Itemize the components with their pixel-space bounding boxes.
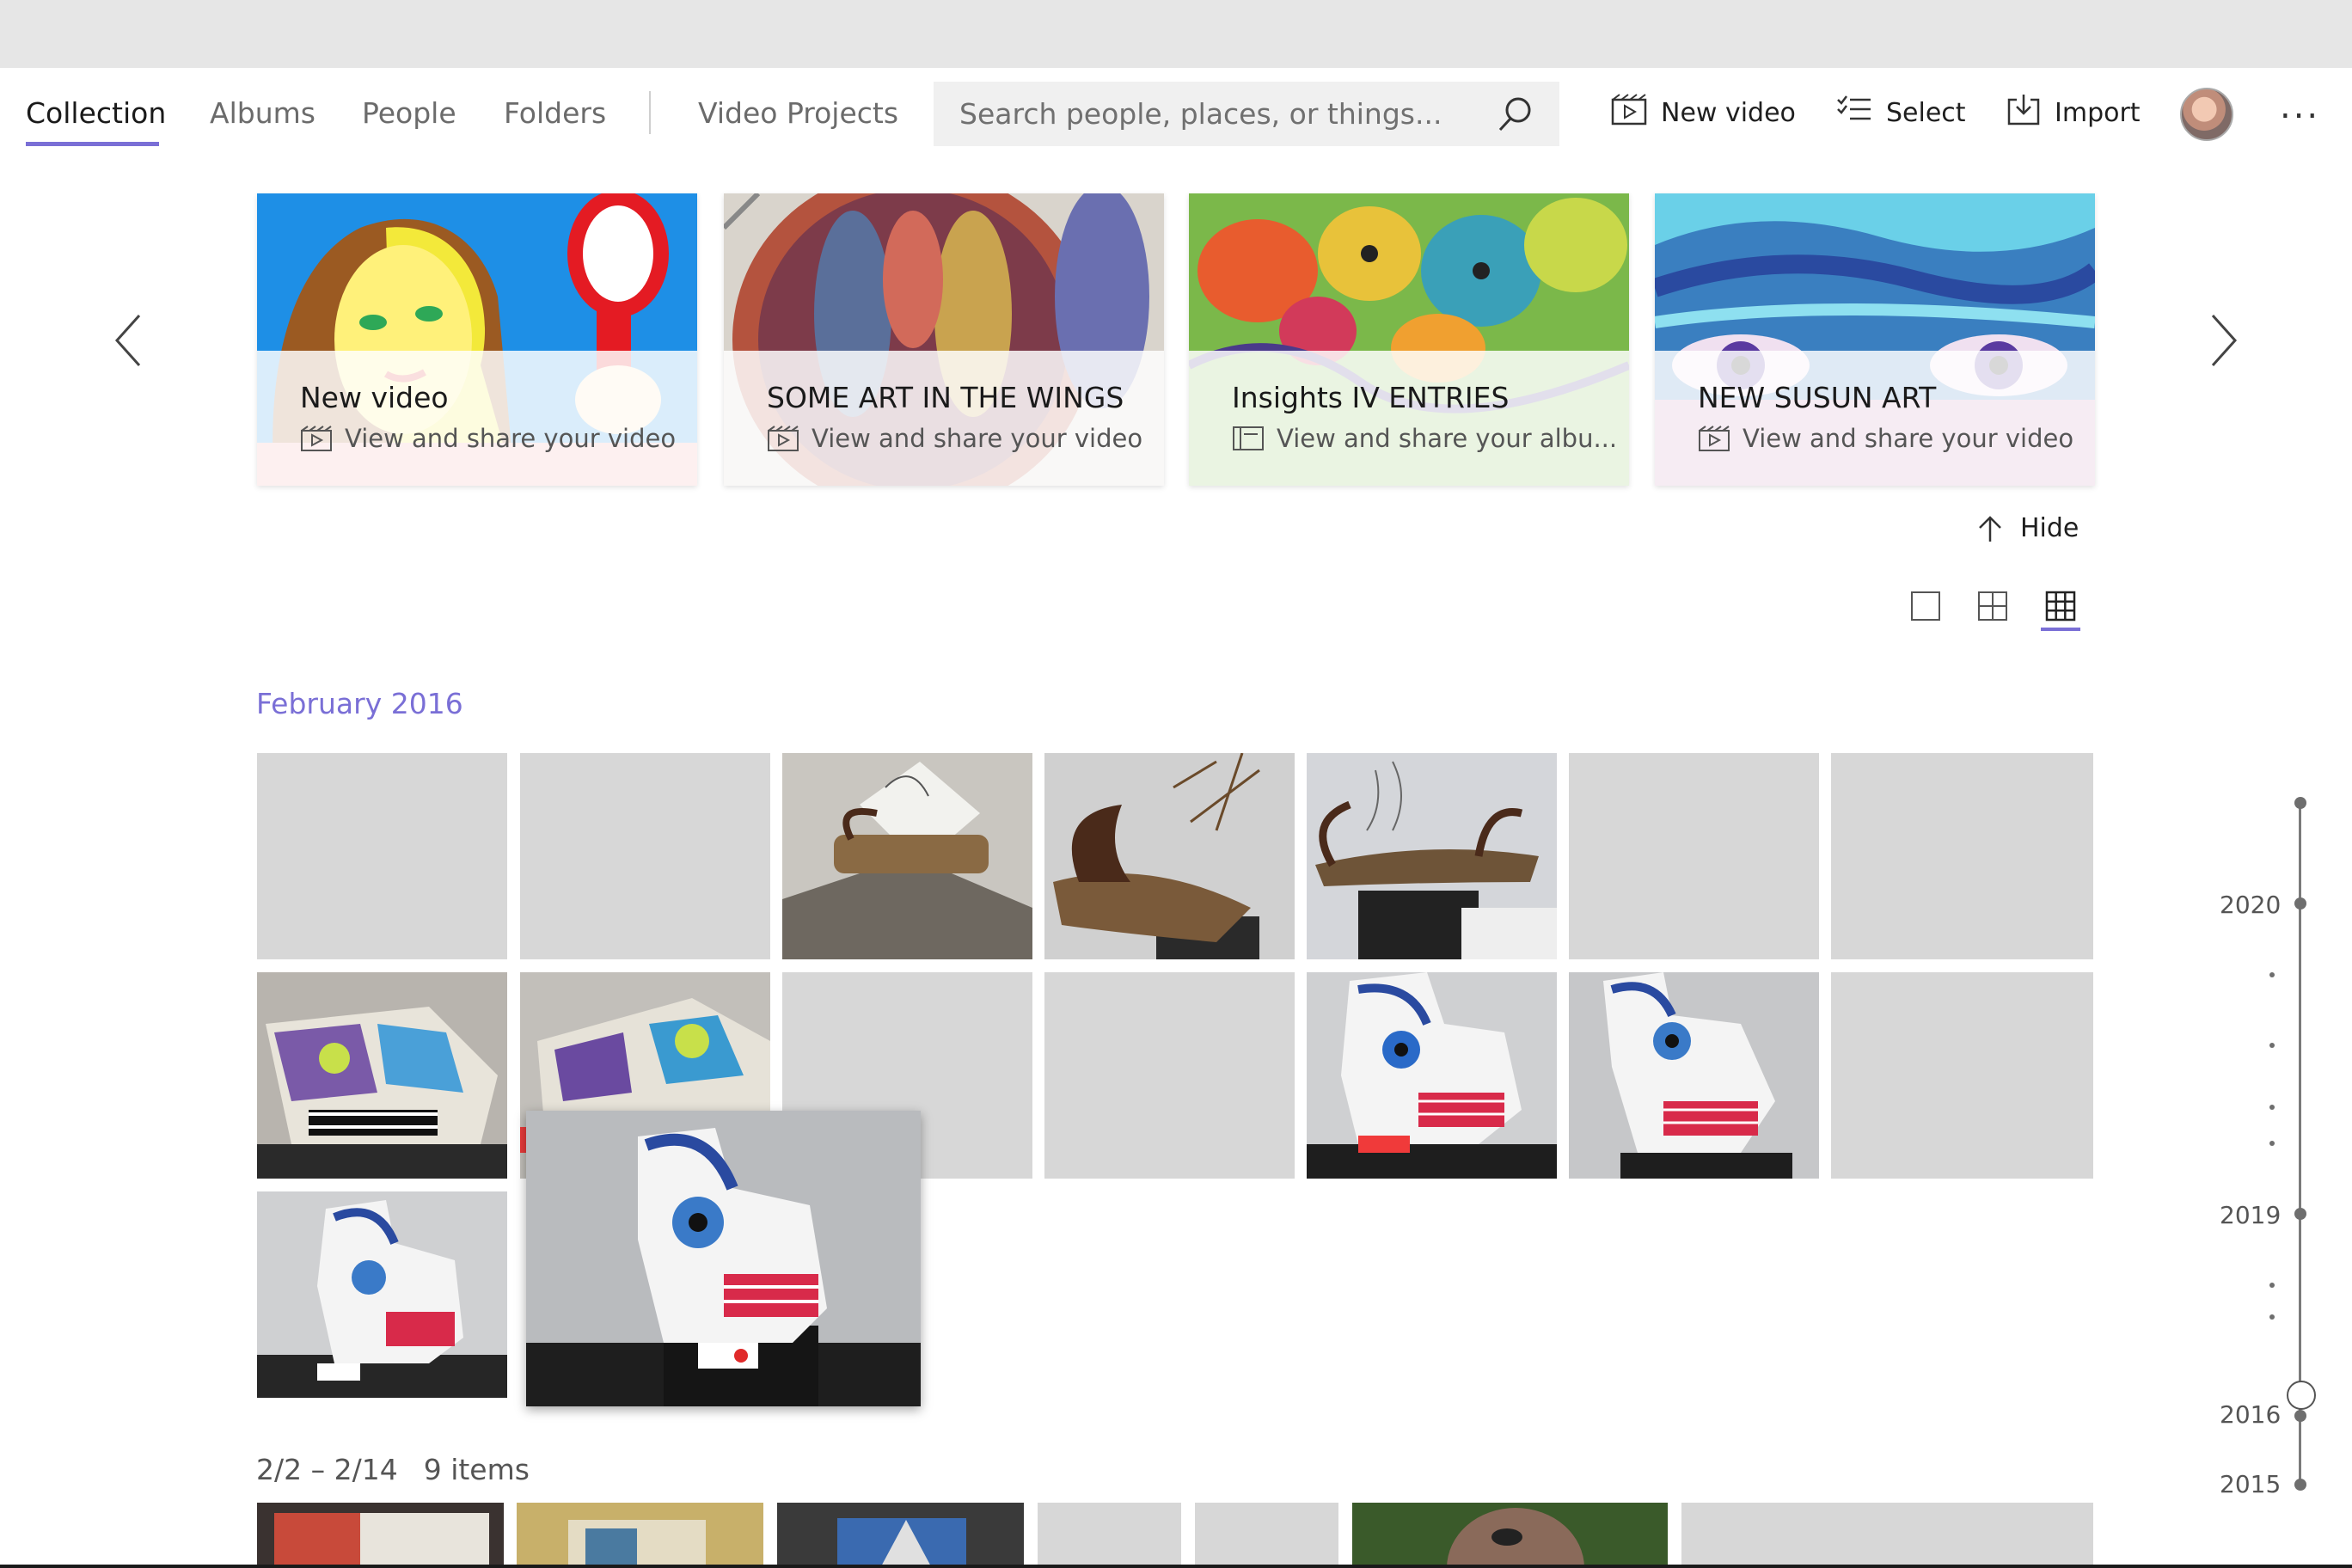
card-subtitle: View and share your albu...: [1232, 424, 1617, 453]
photo-thumbnail[interactable]: [1569, 753, 1819, 959]
photo-hover-preview[interactable]: [526, 1111, 921, 1406]
video-icon: [768, 426, 799, 451]
card-subtitle: View and share your video: [300, 424, 676, 453]
title-bar: [0, 0, 2352, 68]
timeline-tick: [2269, 1141, 2275, 1146]
timeline-marker[interactable]: [2294, 1208, 2306, 1220]
carousel-prev-icon[interactable]: [113, 314, 143, 371]
avatar[interactable]: [2180, 88, 2233, 141]
timeline-tick: [2269, 1105, 2275, 1110]
photo-thumbnail[interactable]: [777, 1503, 1024, 1568]
video-icon: [1699, 426, 1730, 451]
card-subtitle: View and share your video: [767, 424, 1142, 453]
view-large-button[interactable]: [1907, 587, 1945, 625]
photo-thumbnail[interactable]: [257, 753, 507, 959]
card-title: SOME ART IN THE WINGS: [767, 381, 1124, 414]
date-range-heading[interactable]: 2/2 – 2/14 9 items: [256, 1453, 530, 1486]
grid-3x3-icon: [2045, 591, 2076, 622]
timeline-year-2020[interactable]: 2020: [2220, 891, 2281, 919]
arrow-up-icon: [1979, 515, 2001, 542]
photo-thumbnail[interactable]: [1681, 1503, 2093, 1568]
hide-button[interactable]: Hide: [1977, 513, 2079, 543]
photo-thumbnail[interactable]: [257, 1503, 504, 1568]
photo-thumbnail[interactable]: [1307, 753, 1557, 959]
select-label: Select: [1886, 97, 1966, 128]
carousel-next-icon[interactable]: [2209, 314, 2239, 371]
top-nav: Collection Albums People Folders Video P…: [0, 68, 2352, 162]
photo-thumbnail[interactable]: [1044, 753, 1295, 959]
photo-thumbnail[interactable]: [257, 972, 507, 1179]
month-heading[interactable]: February 2016: [256, 687, 463, 720]
featured-card-some-art[interactable]: SOME ART IN THE WINGS View and share you…: [724, 193, 1164, 486]
photo-thumbnail[interactable]: [1307, 972, 1557, 1179]
timeline-marker[interactable]: [2294, 1410, 2306, 1422]
photo-thumbnail[interactable]: [1831, 972, 2093, 1179]
new-video-label: New video: [1661, 97, 1796, 128]
view-small-button[interactable]: [2042, 587, 2079, 625]
import-button[interactable]: Import: [2006, 87, 2141, 138]
hide-label: Hide: [2020, 513, 2079, 543]
card-title: Insights IV ENTRIES: [1232, 381, 1510, 414]
tab-albums[interactable]: Albums: [210, 96, 315, 130]
photo-thumbnail[interactable]: [1044, 972, 1295, 1179]
item-count: 9 items: [423, 1453, 530, 1486]
timeline-year-2015[interactable]: 2015: [2220, 1470, 2281, 1498]
timeline-tick: [2269, 972, 2275, 977]
featured-card-insights[interactable]: Insights IV ENTRIES View and share your …: [1189, 193, 1629, 486]
import-icon: [2006, 93, 2041, 132]
timeline-year-2016[interactable]: 2016: [2220, 1400, 2281, 1429]
card-title: New video: [300, 381, 449, 414]
featured-card-new-video[interactable]: New video View and share your video: [257, 193, 697, 486]
window-bottom-edge: [0, 1565, 2352, 1568]
card-subtitle: View and share your video: [1698, 424, 2073, 453]
timeline-marker[interactable]: [2294, 797, 2306, 809]
select-button[interactable]: Select: [1836, 87, 1966, 138]
photo-thumbnail[interactable]: [1831, 753, 2093, 959]
search-input[interactable]: [959, 82, 1475, 146]
photo-thumbnail[interactable]: [1569, 972, 1819, 1179]
new-video-icon: [1611, 93, 1647, 132]
view-medium-button[interactable]: [1974, 587, 2012, 625]
date-range-label: 2/2 – 2/14: [256, 1453, 398, 1486]
timeline-year-2019[interactable]: 2019: [2220, 1201, 2281, 1229]
search-box[interactable]: [934, 82, 1559, 146]
nav-separator: [649, 91, 651, 134]
card-title: NEW SUSUN ART: [1698, 381, 1937, 414]
video-icon: [301, 426, 332, 451]
tab-people[interactable]: People: [362, 96, 456, 130]
timeline-marker[interactable]: [2294, 1479, 2306, 1491]
timeline-position-knob[interactable]: [2287, 1381, 2316, 1410]
import-label: Import: [2055, 97, 2141, 128]
grid-2x2-icon: [1978, 591, 2007, 621]
search-icon[interactable]: [1496, 95, 1534, 137]
photo-thumbnail[interactable]: [782, 753, 1032, 959]
photo-thumbnail[interactable]: [520, 753, 770, 959]
active-view-indicator: [2041, 628, 2080, 631]
timeline-tick: [2269, 1043, 2275, 1048]
tab-folders[interactable]: Folders: [504, 96, 606, 130]
tab-video-projects[interactable]: Video Projects: [698, 96, 898, 130]
timeline-marker[interactable]: [2294, 897, 2306, 910]
single-square-icon: [1911, 591, 1940, 621]
timeline-tick: [2269, 1283, 2275, 1288]
more-options-icon[interactable]: ...: [2280, 87, 2320, 126]
tab-collection[interactable]: Collection: [26, 96, 166, 130]
photo-thumbnail[interactable]: [517, 1503, 763, 1568]
active-tab-indicator: [26, 142, 159, 146]
timeline-tick: [2269, 1314, 2275, 1320]
photo-thumbnail[interactable]: [1352, 1503, 1668, 1568]
photo-thumbnail[interactable]: [1195, 1503, 1338, 1568]
album-icon: [1233, 426, 1264, 450]
featured-card-new-susun-art[interactable]: NEW SUSUN ART View and share your video: [1655, 193, 2095, 486]
photo-thumbnail[interactable]: [1038, 1503, 1181, 1568]
new-video-button[interactable]: New video: [1611, 87, 1796, 138]
photo-thumbnail[interactable]: [257, 1191, 507, 1398]
select-list-icon: [1836, 95, 1872, 131]
